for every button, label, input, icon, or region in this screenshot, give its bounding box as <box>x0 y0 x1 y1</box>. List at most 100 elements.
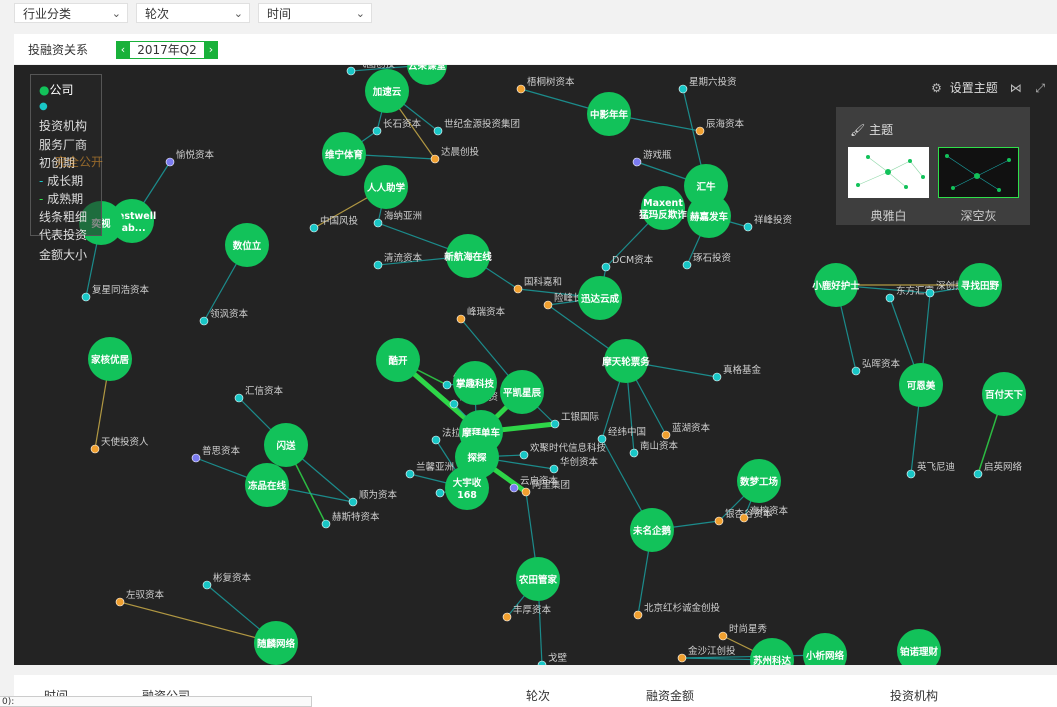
company-node[interactable]: 数位立 <box>225 223 269 267</box>
investor-node[interactable]: 赫斯特资本 <box>321 511 380 529</box>
gear-icon[interactable]: ⚙ <box>931 81 942 95</box>
company-node[interactable]: 迅达云成 <box>578 276 622 320</box>
investor-node[interactable]: 普思资本 <box>191 445 241 463</box>
company-node[interactable]: 小析网络 <box>803 633 847 665</box>
investor-node[interactable]: 中国风投 <box>309 215 359 233</box>
investor-dot <box>449 399 459 409</box>
company-node[interactable]: 数梦工场 <box>737 459 781 503</box>
investor-node[interactable]: 工银国际 <box>550 411 600 429</box>
col-amount: 融资金额 <box>646 689 695 703</box>
company-node[interactable]: 百付天下 <box>982 372 1026 416</box>
company-node[interactable]: 大宇收168 <box>445 466 489 510</box>
investor-dot <box>601 262 611 272</box>
next-period-button[interactable]: › <box>204 41 218 59</box>
investor-node[interactable]: 游戏瓶 <box>632 149 672 167</box>
investor-node[interactable]: 弘晖资本 <box>851 358 901 376</box>
investor-label: 清流资本 <box>384 252 423 264</box>
company-label: 百付天下 <box>985 389 1024 401</box>
round-dropdown[interactable]: 轮次 ⌄ <box>136 3 250 23</box>
industry-dropdown[interactable]: 行业分类 ⌄ <box>14 3 128 23</box>
company-node[interactable]: 冻品在线 <box>245 463 289 507</box>
investor-node[interactable]: 时尚星秀 <box>718 623 768 641</box>
company-label: 未名企鹅 <box>632 525 672 537</box>
investor-node[interactable]: 汇信资本 <box>234 385 284 403</box>
investor-node[interactable]: 英飞尼迪 <box>906 461 956 479</box>
investor-dot <box>543 300 553 310</box>
set-theme-button[interactable]: 设置主题 <box>950 81 998 95</box>
investor-label: 英飞尼迪 <box>917 461 956 473</box>
company-node[interactable]: 铂诺理财 <box>897 629 941 665</box>
theme-light-thumbnail[interactable] <box>848 147 929 198</box>
time-dropdown-label: 时间 <box>267 7 292 21</box>
investor-label: 世纪金源投资集团 <box>444 118 520 130</box>
company-node[interactable]: 小鹿好护士 <box>811 263 860 307</box>
investor-node[interactable]: 海纳亚洲 <box>373 210 422 228</box>
filter-bar: 行业分类 ⌄ 轮次 ⌄ 时间 ⌄ <box>0 0 1057 30</box>
investor-node[interactable]: 世纪金源投资集团 <box>433 118 520 136</box>
investor-node[interactable]: 领沨资本 <box>199 308 249 326</box>
theme-light-label[interactable]: 典雅白 <box>848 207 929 224</box>
investor-node[interactable]: 辰海资本 <box>695 118 745 136</box>
company-node[interactable]: 摩天轮票务 <box>602 339 650 383</box>
investor-node[interactable]: 真格基金 <box>712 364 762 382</box>
investor-node[interactable]: 复星同浩资本 <box>81 284 150 302</box>
fullscreen-icon[interactable]: ⤢ <box>1035 81 1045 95</box>
investor-node[interactable]: 天使投资人 <box>90 436 149 454</box>
company-node[interactable]: 加速云 <box>365 69 409 113</box>
company-node[interactable]: 苏州科达 <box>750 638 794 665</box>
theme-dark-thumbnail[interactable] <box>938 147 1019 198</box>
network-graph[interactable]: 飞图创投梧桐树资本星期六投资辰海资本长石资本世纪金源投资集团达晨创投愉悦资本游戏… <box>14 65 1057 665</box>
investor-node[interactable]: 蓝湖资本 <box>661 422 711 440</box>
company-label: 小鹿好护士 <box>811 280 860 292</box>
company-node[interactable]: 人人助学 <box>364 165 408 209</box>
investor-label: 愉悦资本 <box>176 149 215 161</box>
investor-node[interactable]: 峰瑞资本 <box>456 306 506 324</box>
investor-node[interactable]: 愉悦资本 <box>165 149 215 167</box>
investor-node[interactable]: 星期六投资 <box>678 76 737 94</box>
investor-node[interactable]: 琢石投资 <box>682 252 732 270</box>
chevron-down-icon: ⌄ <box>233 7 243 20</box>
company-node[interactable]: 闪送 <box>264 423 308 467</box>
investor-dot <box>115 597 125 607</box>
company-node[interactable]: 平凯星辰 <box>500 370 544 414</box>
company-node[interactable]: 云朵课堂 <box>407 65 447 85</box>
investor-node[interactable]: 国科嘉和 <box>513 276 562 294</box>
investor-node[interactable]: 北京红杉诚金创投 <box>633 602 721 620</box>
investor-node[interactable]: 华创资本 <box>549 456 599 474</box>
company-node[interactable]: 家核优居 <box>88 337 132 381</box>
investor-node[interactable]: 彬复资本 <box>202 572 252 590</box>
investor-node[interactable]: 清流资本 <box>373 252 423 270</box>
chevron-down-icon: ⌄ <box>111 7 121 20</box>
investor-label: 北京红杉诚金创投 <box>644 602 721 614</box>
investor-node[interactable]: 顺为资本 <box>348 489 398 507</box>
investor-node[interactable]: 左驭资本 <box>115 589 165 607</box>
company-node[interactable]: 未名企鹅 <box>630 508 674 552</box>
layout-icon[interactable]: ⋈ <box>1010 81 1022 95</box>
prev-period-button[interactable]: ‹ <box>116 41 130 59</box>
investor-label: 梧桐树资本 <box>527 76 575 88</box>
company-node[interactable]: 酷开 <box>376 338 420 382</box>
company-node[interactable]: 新航海在线 <box>444 234 492 278</box>
company-node[interactable]: 寻找田野 <box>958 263 1002 307</box>
company-node[interactable]: 中影年年 <box>587 92 631 136</box>
company-node[interactable]: 可恩美 <box>899 363 943 407</box>
time-dropdown[interactable]: 时间 ⌄ <box>258 3 372 23</box>
round-dropdown-label: 轮次 <box>145 7 170 21</box>
company-label: 铂诺理财 <box>900 646 939 658</box>
theme-dark-label[interactable]: 深空灰 <box>938 207 1019 224</box>
investor-node[interactable]: 祥峰投资 <box>743 214 793 232</box>
company-node[interactable]: 农田管家 <box>516 557 560 601</box>
investor-node[interactable]: 南山资本 <box>629 440 679 458</box>
company-node[interactable]: 赫嘉发车 <box>687 194 731 238</box>
investor-node[interactable]: 兰馨亚洲 <box>405 461 454 479</box>
investor-dot <box>373 260 383 270</box>
company-node[interactable]: Maxent猛玛反欺诈 <box>638 186 687 230</box>
company-node[interactable]: 随麟网络 <box>254 621 298 665</box>
investor-node[interactable]: 长石资本 <box>372 118 422 136</box>
company-node[interactable]: 掌趣科技 <box>453 361 497 405</box>
investor-dot <box>433 126 443 136</box>
company-label: 汇牛 <box>696 181 716 193</box>
company-node[interactable]: 维宁体育 <box>322 132 366 176</box>
investor-node[interactable]: 达晨创投 <box>430 146 480 164</box>
investor-node[interactable]: 戈壁 <box>537 652 568 665</box>
